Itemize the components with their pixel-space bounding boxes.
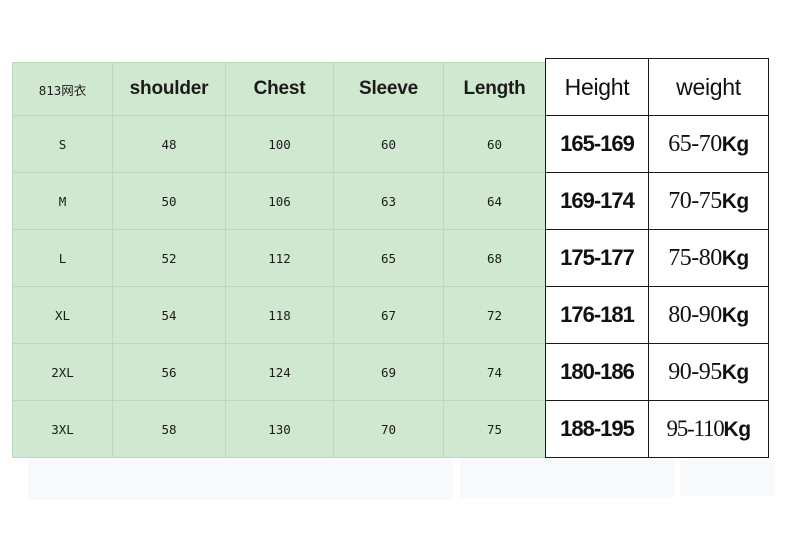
garment-measurement-table: 813网衣 shoulder Chest Sleeve Length S 48 … — [12, 62, 546, 458]
table-row: XL 54 118 67 72 — [12, 286, 546, 344]
weight-range: 70-75 — [668, 187, 722, 214]
column-header-height: Height — [545, 58, 649, 116]
weight-range: 95-110 — [666, 416, 724, 441]
cell-chest: 106 — [225, 172, 334, 230]
weight-range: 65-70 — [668, 130, 722, 157]
cell-shoulder: 48 — [112, 115, 226, 173]
cell-height: 176-181 — [545, 286, 649, 344]
cell-shoulder: 50 — [112, 172, 226, 230]
weight-range: 75-80 — [668, 244, 722, 271]
cell-weight: 65-70Kg — [648, 115, 769, 173]
cell-shoulder: 52 — [112, 229, 226, 287]
table-row: 169-174 70-75Kg — [545, 172, 769, 230]
cell-length: 72 — [443, 286, 546, 344]
cell-height: 188-195 — [545, 400, 649, 458]
cell-shoulder: 58 — [112, 400, 226, 458]
weight-unit: Kg — [721, 303, 750, 327]
cell-sleeve: 65 — [333, 229, 444, 287]
height-weight-table: Height weight 165-169 65-70Kg 169-174 70… — [545, 58, 769, 458]
weight-unit: Kg — [723, 418, 752, 441]
cell-size: L — [12, 229, 113, 287]
cell-weight: 90-95Kg — [648, 343, 769, 401]
cell-size: 2XL — [12, 343, 113, 401]
cell-size: 3XL — [12, 400, 113, 458]
cell-height: 180-186 — [545, 343, 649, 401]
table-row: M 50 106 63 64 — [12, 172, 546, 230]
table-row: 180-186 90-95Kg — [545, 343, 769, 401]
cell-sleeve: 63 — [333, 172, 444, 230]
table-row: 176-181 80-90Kg — [545, 286, 769, 344]
cell-height: 175-177 — [545, 229, 649, 287]
weight-range: 80-90 — [668, 301, 722, 328]
cell-weight: 95-110Kg — [648, 400, 769, 458]
table-row: 165-169 65-70Kg — [545, 115, 769, 173]
table-row: 3XL 58 130 70 75 — [12, 400, 546, 458]
column-header-sleeve: Sleeve — [333, 62, 444, 116]
table-row: 2XL 56 124 69 74 — [12, 343, 546, 401]
cell-weight: 80-90Kg — [648, 286, 769, 344]
column-header-weight: weight — [648, 58, 769, 116]
weight-unit: Kg — [721, 132, 750, 156]
column-header-length: Length — [443, 62, 546, 116]
cell-shoulder: 54 — [112, 286, 226, 344]
table-row: 175-177 75-80Kg — [545, 229, 769, 287]
size-chart-page: 813网衣 shoulder Chest Sleeve Length S 48 … — [0, 0, 800, 560]
column-header-shoulder: shoulder — [112, 62, 226, 116]
column-header-model: 813网衣 — [12, 62, 113, 116]
cell-chest: 118 — [225, 286, 334, 344]
cell-sleeve: 70 — [333, 400, 444, 458]
weight-unit: Kg — [721, 189, 750, 213]
cell-length: 75 — [443, 400, 546, 458]
table-row: L 52 112 65 68 — [12, 229, 546, 287]
cell-chest: 100 — [225, 115, 334, 173]
cell-size: M — [12, 172, 113, 230]
cell-size: XL — [12, 286, 113, 344]
cell-sleeve: 67 — [333, 286, 444, 344]
cell-height: 169-174 — [545, 172, 649, 230]
column-header-chest: Chest — [225, 62, 334, 116]
cell-length: 60 — [443, 115, 546, 173]
cell-weight: 75-80Kg — [648, 229, 769, 287]
cell-length: 74 — [443, 343, 546, 401]
cell-length: 68 — [443, 229, 546, 287]
cell-chest: 124 — [225, 343, 334, 401]
cell-shoulder: 56 — [112, 343, 226, 401]
weight-unit: Kg — [721, 246, 750, 270]
measurement-table-header-row: 813网衣 shoulder Chest Sleeve Length — [12, 62, 546, 116]
cell-weight: 70-75Kg — [648, 172, 769, 230]
height-weight-header-row: Height weight — [545, 58, 769, 116]
table-row: 188-195 95-110Kg — [545, 400, 769, 458]
cell-chest: 112 — [225, 229, 334, 287]
cell-size: S — [12, 115, 113, 173]
weight-range: 90-95 — [668, 358, 722, 385]
table-row: S 48 100 60 60 — [12, 115, 546, 173]
cell-height: 165-169 — [545, 115, 649, 173]
cell-length: 64 — [443, 172, 546, 230]
cell-sleeve: 69 — [333, 343, 444, 401]
cell-sleeve: 60 — [333, 115, 444, 173]
cell-chest: 130 — [225, 400, 334, 458]
weight-unit: Kg — [721, 360, 750, 384]
